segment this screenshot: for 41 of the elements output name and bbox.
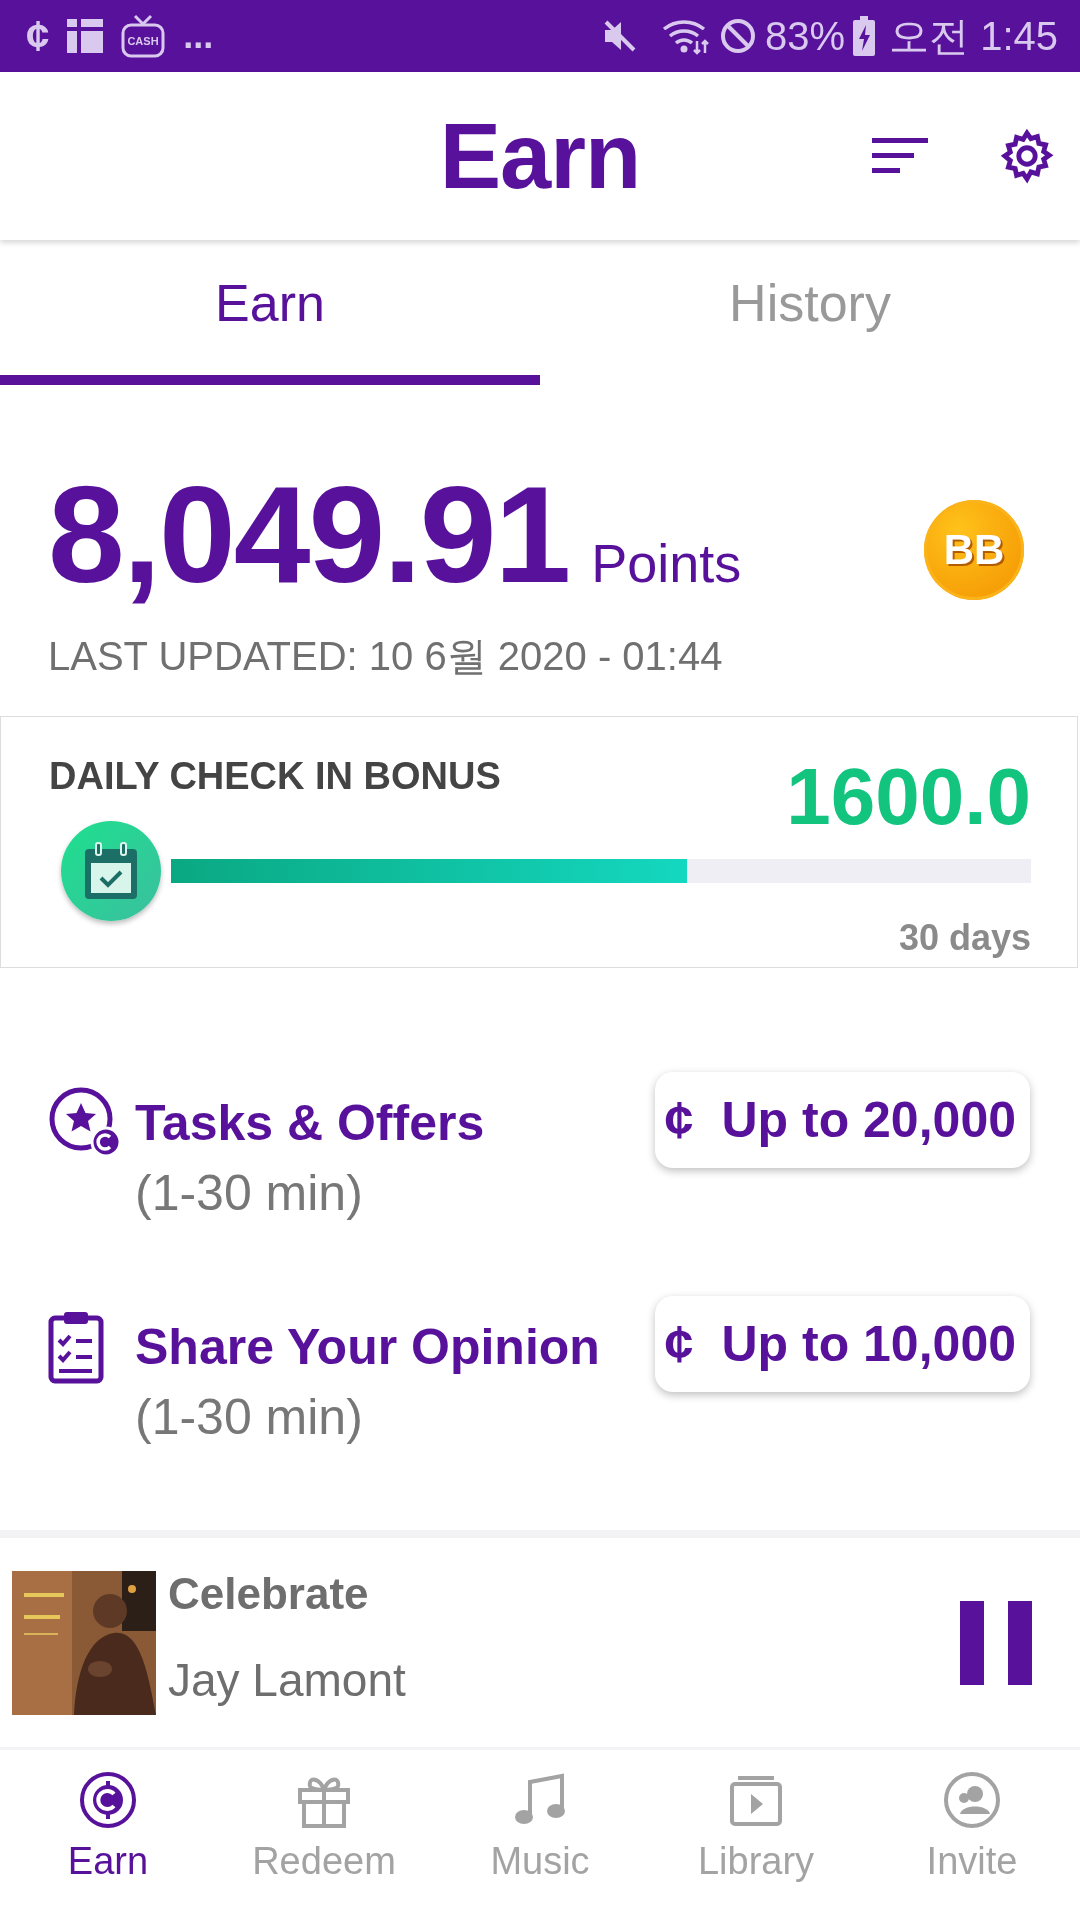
points-label: Points bbox=[591, 532, 742, 594]
clock: 오전 1:45 bbox=[889, 12, 1058, 60]
more-indicator: ... bbox=[183, 15, 214, 57]
tab[interactable]: History bbox=[540, 240, 1080, 385]
wifi-icon bbox=[660, 17, 711, 55]
blocked-icon bbox=[718, 17, 757, 55]
offer-title: Tasks & Offers bbox=[135, 1094, 486, 1152]
track-title: Celebrate bbox=[168, 1568, 370, 1619]
tv-icon bbox=[121, 14, 165, 58]
settings-icon[interactable] bbox=[998, 127, 1056, 185]
nav-tab[interactable]: Library bbox=[648, 1750, 864, 1920]
bonus-duration: 30 days bbox=[897, 917, 1031, 959]
mute-icon bbox=[602, 19, 637, 53]
calendar-check-icon bbox=[61, 821, 161, 921]
clipboard-checklist-icon bbox=[48, 1310, 104, 1384]
artist-name: Jay Lamont bbox=[168, 1652, 407, 1707]
bonus-title: DAILY CHECK IN BONUS bbox=[49, 755, 501, 799]
tab[interactable]: Earn bbox=[0, 240, 540, 385]
page-title: Earn bbox=[439, 103, 641, 209]
nav-tab[interactable]: Music bbox=[432, 1750, 648, 1920]
reward-button[interactable]: ¢ Up to 20,000 bbox=[654, 1072, 1030, 1168]
sort-icon[interactable] bbox=[872, 136, 928, 176]
battery-charging-icon bbox=[853, 16, 876, 56]
battery-percent: 83% bbox=[764, 13, 846, 59]
bonus-amount: 1600.0 bbox=[786, 757, 1031, 837]
nav-tab[interactable]: Earn bbox=[0, 1750, 216, 1920]
cent-coin-icon bbox=[78, 1770, 138, 1830]
pause-button[interactable] bbox=[960, 1600, 1032, 1685]
cent-icon: ¢ bbox=[26, 12, 50, 60]
offer-duration: (1-30 min) bbox=[135, 1164, 364, 1222]
points-balance: 8,049.91 bbox=[48, 465, 570, 603]
offer-title: Share Your Opinion bbox=[135, 1318, 601, 1376]
layout-icon bbox=[67, 19, 104, 53]
last-updated: LAST UPDATED: 10 6월 2020 - 01:44 bbox=[48, 633, 724, 680]
reward-button[interactable]: ¢ Up to 10,000 bbox=[654, 1296, 1030, 1392]
cash-label: CASH bbox=[127, 35, 159, 47]
nav-tab[interactable]: Redeem bbox=[216, 1750, 432, 1920]
person-circle-icon bbox=[942, 1770, 1002, 1830]
coin-badge: BB bbox=[924, 500, 1024, 600]
offer-duration: (1-30 min) bbox=[135, 1388, 364, 1446]
nav-tab[interactable]: Invite bbox=[864, 1750, 1080, 1920]
